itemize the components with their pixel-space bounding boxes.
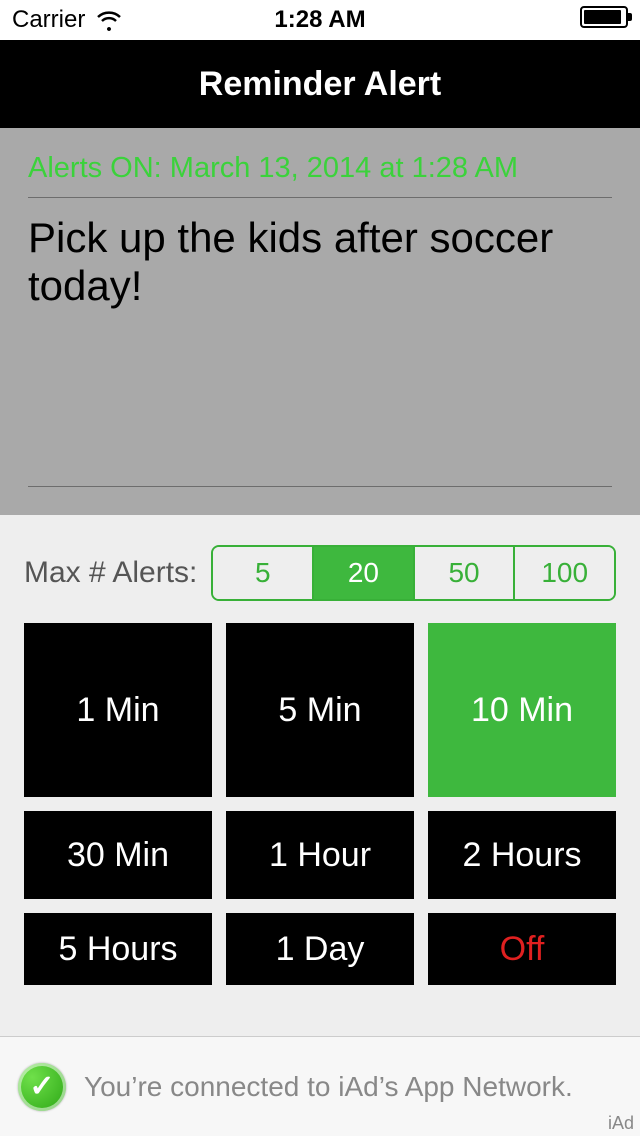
controls-panel: Max # Alerts: 5 20 50 100 1 Min 5 Min 10… [0,515,640,985]
carrier-label: Carrier [12,6,85,34]
interval-5-min[interactable]: 5 Min [226,623,414,797]
wifi-icon [95,9,123,31]
max-alerts-label: Max # Alerts: [24,556,197,590]
check-icon: ✓ [18,1063,66,1111]
battery-icon [580,6,628,35]
max-alerts-option-50[interactable]: 50 [415,547,516,599]
interval-grid: 1 Min 5 Min 10 Min 30 Min 1 Hour 2 Hours… [24,623,616,985]
nav-bar: Reminder Alert [0,40,640,128]
max-alerts-option-100[interactable]: 100 [515,547,614,599]
ad-text: You’re connected to iAd’s App Network. [84,1071,573,1103]
divider [28,486,612,487]
interval-1-day[interactable]: 1 Day [226,913,414,985]
max-alerts-row: Max # Alerts: 5 20 50 100 [24,545,616,601]
interval-2-hours[interactable]: 2 Hours [428,811,616,899]
interval-off[interactable]: Off [428,913,616,985]
status-time: 1:28 AM [274,6,365,34]
reminder-text: Pick up the kids after soccer today! [28,214,612,474]
interval-30-min[interactable]: 30 Min [24,811,212,899]
interval-5-hours[interactable]: 5 Hours [24,913,212,985]
interval-10-min[interactable]: 10 Min [428,623,616,797]
reminder-info-panel: Alerts ON: March 13, 2014 at 1:28 AM Pic… [0,128,640,515]
max-alerts-option-20[interactable]: 20 [314,547,415,599]
interval-1-hour[interactable]: 1 Hour [226,811,414,899]
status-left: Carrier [12,6,123,34]
max-alerts-option-5[interactable]: 5 [213,547,314,599]
divider [28,197,612,198]
status-bar: Carrier 1:28 AM [0,0,640,40]
ad-banner[interactable]: ✓ You’re connected to iAd’s App Network.… [0,1036,640,1136]
interval-1-min[interactable]: 1 Min [24,623,212,797]
max-alerts-segmented[interactable]: 5 20 50 100 [211,545,616,601]
iad-label: iAd [608,1113,634,1134]
page-title: Reminder Alert [199,65,441,104]
alerts-status: Alerts ON: March 13, 2014 at 1:28 AM [28,152,612,185]
